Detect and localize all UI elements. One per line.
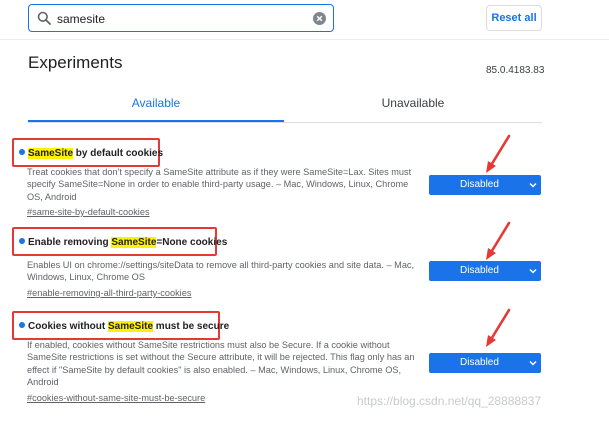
experiment-description: Treat cookies that don't specify a SameS… (27, 167, 412, 202)
chevron-down-icon (529, 182, 537, 188)
search-box[interactable] (28, 4, 334, 32)
unsupported-dot-icon (19, 149, 25, 155)
experiment-select[interactable]: Disabled (429, 353, 541, 373)
select-value: Disabled (460, 179, 499, 190)
experiment-description: Enables UI on chrome://settings/siteData… (27, 260, 415, 283)
experiment-select[interactable]: Disabled (429, 175, 541, 195)
version-label: 85.0.4183.83 (486, 65, 545, 76)
tab-unavailable[interactable]: Unavailable (284, 96, 542, 122)
unsupported-dot-icon (19, 238, 25, 244)
experiment-select[interactable]: Disabled (429, 261, 541, 281)
annotation-box: Cookies without SameSite must be secure (12, 311, 229, 340)
experiment-description: If enabled, cookies without SameSite res… (27, 340, 415, 387)
tab-divider (28, 122, 542, 123)
select-value: Disabled (460, 357, 499, 368)
chevron-down-icon (529, 268, 537, 274)
annotation-arrow-icon (486, 308, 511, 347)
experiment-title: Enable removing SameSite=None cookies (19, 237, 227, 248)
search-input[interactable] (57, 10, 307, 28)
annotation-box: Enable removing SameSite=None cookies (12, 227, 227, 256)
search-highlight: SameSite (28, 148, 74, 159)
chevron-down-icon (529, 360, 537, 366)
search-highlight: SameSite (108, 321, 154, 332)
experiment-link[interactable]: #cookies-without-same-site-must-be-secur… (27, 393, 205, 403)
unsupported-dot-icon (19, 322, 25, 328)
search-highlight: SameSite (111, 237, 157, 248)
watermark: https://blog.csdn.net/qq_28888837 (357, 394, 542, 408)
experiment-link[interactable]: #same-site-by-default-cookies (27, 207, 150, 217)
tab-available[interactable]: Available (28, 96, 284, 122)
search-icon (37, 11, 51, 25)
annotation-arrow-icon (486, 134, 511, 173)
experiment-title: SameSite by default cookies (19, 148, 163, 159)
annotation-arrow-icon (486, 221, 511, 260)
experiment-link[interactable]: #enable-removing-all-third-party-cookies (27, 288, 191, 298)
header-divider (0, 39, 609, 40)
reset-all-button[interactable]: Reset all (486, 5, 542, 31)
select-value: Disabled (460, 265, 499, 276)
clear-search-icon[interactable] (313, 12, 326, 25)
page-title: Experiments (28, 53, 123, 72)
experiment-title: Cookies without SameSite must be secure (19, 321, 229, 332)
annotation-box: SameSite by default cookies (12, 138, 163, 167)
